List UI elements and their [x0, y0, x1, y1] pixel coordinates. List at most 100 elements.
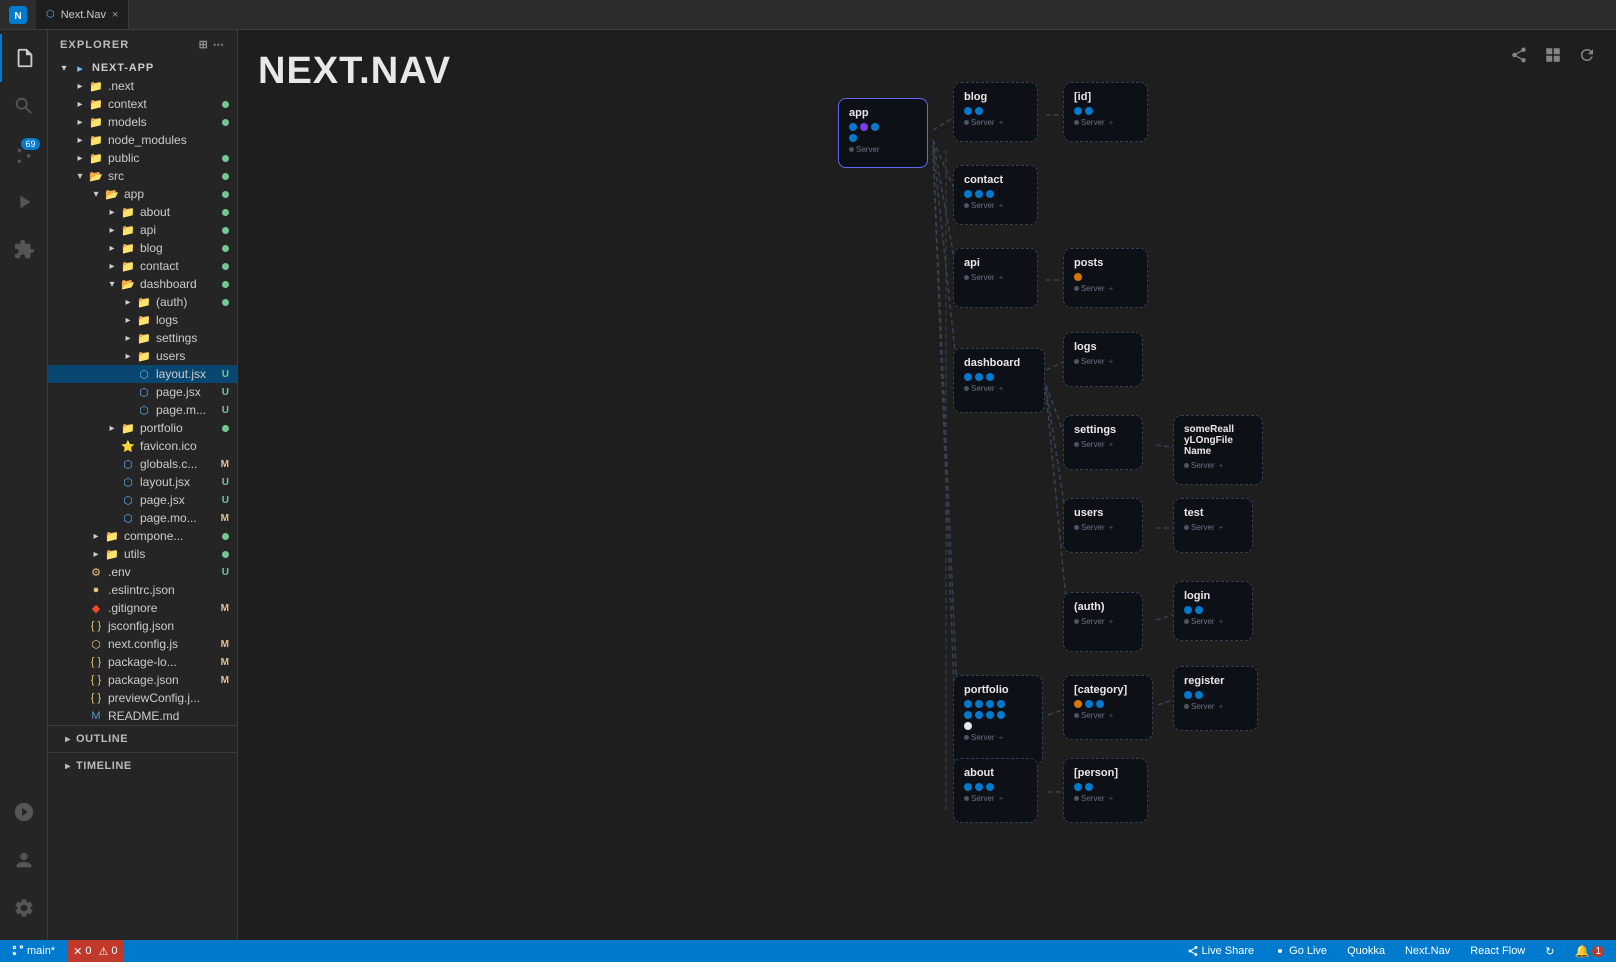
tree-item-public[interactable]: ▸ 📁 public	[48, 149, 237, 167]
activity-settings[interactable]	[0, 884, 48, 932]
tab-close-button[interactable]: ×	[112, 9, 118, 21]
tree-item-node-modules[interactable]: ▸ 📁 node_modules	[48, 131, 237, 149]
tree-item-page-module[interactable]: ⬡ page.m... U	[48, 401, 237, 419]
node-auth[interactable]: (auth) Server +	[1063, 592, 1143, 652]
tree-item-about[interactable]: ▸ 📁 about	[48, 203, 237, 221]
share-icon[interactable]	[1510, 46, 1528, 69]
tree-item-users[interactable]: ▸ 📁 users	[48, 347, 237, 365]
tree-item-packagelock[interactable]: { } package-lo... M	[48, 653, 237, 671]
tree-item-src-layout[interactable]: ⬡ layout.jsx U	[48, 473, 237, 491]
tree-item-next[interactable]: ▸ 📁 .next	[48, 77, 237, 95]
activity-search[interactable]	[0, 82, 48, 130]
tree-item-blog[interactable]: ▸ 📁 blog	[48, 239, 237, 257]
timeline-header[interactable]: ▸ TIMELINE	[48, 757, 237, 775]
chevron-down-icon: ▾	[104, 279, 120, 290]
folder-icon: 📁	[136, 312, 152, 328]
more-options-icon[interactable]: ⋯	[213, 38, 225, 51]
tree-item-src[interactable]: ▾ 📂 src	[48, 167, 237, 185]
node-long-filename[interactable]: someReallyLOngFileName Server +	[1173, 415, 1263, 485]
node-portfolio[interactable]: portfolio Server +	[953, 675, 1043, 765]
tree-item-jsconfig[interactable]: { } jsconfig.json	[48, 617, 237, 635]
node-test[interactable]: test Server +	[1173, 498, 1253, 553]
node-settings-title: settings	[1074, 424, 1132, 436]
status-notifications[interactable]: 🔔 1	[1570, 944, 1608, 958]
folder-icon: 📁	[88, 78, 104, 94]
refresh-icon[interactable]	[1578, 46, 1596, 69]
node-settings[interactable]: settings Server +	[1063, 415, 1143, 470]
node-logs[interactable]: logs Server +	[1063, 332, 1143, 387]
node-login[interactable]: login Server +	[1173, 581, 1253, 641]
status-quokka[interactable]: Quokka	[1343, 945, 1389, 957]
tree-item-api[interactable]: ▸ 📁 api	[48, 221, 237, 239]
folder-icon: 📁	[88, 114, 104, 130]
activity-source-control[interactable]: 69	[0, 130, 48, 178]
tree-item-models[interactable]: ▸ 📁 models	[48, 113, 237, 131]
tree-item-eslint[interactable]: ● .eslintrc.json	[48, 581, 237, 599]
status-errors[interactable]: ✕ 0 ⚠ 0	[67, 940, 123, 962]
node-logs-label: Server +	[1074, 357, 1132, 366]
node-person[interactable]: [person] Server +	[1063, 758, 1148, 823]
new-file-icon[interactable]: ⊞	[199, 38, 209, 51]
node-category[interactable]: [category] Server +	[1063, 675, 1153, 740]
status-go-live[interactable]: Go Live	[1270, 945, 1331, 957]
status-branch[interactable]: main*	[8, 945, 59, 957]
top-bar: N ⬡ Next.Nav ×	[0, 0, 1616, 30]
tree-item-components[interactable]: ▸ 📁 compone...	[48, 527, 237, 545]
tree-item-contact[interactable]: ▸ 📁 contact	[48, 257, 237, 275]
node-contact[interactable]: contact Server +	[953, 165, 1038, 225]
tree-root[interactable]: ▾ ▸ NEXT-APP	[48, 59, 237, 77]
file-json-icon: { }	[88, 618, 104, 634]
tree-item-readme[interactable]: M README.md	[48, 707, 237, 725]
status-react-flow[interactable]: React Flow	[1466, 945, 1529, 957]
live-share-label: Live Share	[1202, 945, 1255, 957]
tree-item-src-page-module[interactable]: ⬡ page.mo... M	[48, 509, 237, 527]
node-category-title: [category]	[1074, 684, 1142, 696]
tree-item-portfolio[interactable]: ▸ 📁 portfolio	[48, 419, 237, 437]
tab-nextnav[interactable]: ⬡ Next.Nav ×	[36, 0, 129, 29]
tree-item-src-page[interactable]: ⬡ page.jsx U	[48, 491, 237, 509]
status-live-share[interactable]: Live Share	[1183, 945, 1259, 957]
activity-explorer[interactable]	[0, 34, 48, 82]
activity-account[interactable]	[0, 836, 48, 884]
tree-item-env[interactable]: ⚙ .env U	[48, 563, 237, 581]
activity-extensions[interactable]	[0, 226, 48, 274]
tree-item-globals[interactable]: ⬡ globals.c... M	[48, 455, 237, 473]
tree-item-settings[interactable]: ▸ 📁 settings	[48, 329, 237, 347]
node-app[interactable]: app Server	[838, 98, 928, 168]
tree-item-page-jsx[interactable]: ⬡ page.jsx U	[48, 383, 237, 401]
tree-item-layout-jsx[interactable]: ⬡ layout.jsx U	[48, 365, 237, 383]
dot-blue	[1195, 606, 1203, 614]
tree-item-previewconfig[interactable]: { } previewConfig.j...	[48, 689, 237, 707]
tree-item-context[interactable]: ▸ 📁 context	[48, 95, 237, 113]
tree-item-gitignore[interactable]: ◆ .gitignore M	[48, 599, 237, 617]
node-id[interactable]: [id] Server +	[1063, 82, 1148, 142]
node-register[interactable]: register Server +	[1173, 666, 1258, 731]
activity-remote[interactable]	[0, 788, 48, 836]
tree-item-nextconfig[interactable]: ⬡ next.config.js M	[48, 635, 237, 653]
node-dashboard[interactable]: dashboard Server +	[953, 348, 1045, 413]
node-blog[interactable]: blog Server +	[953, 82, 1038, 142]
tree-item-utils[interactable]: ▸ 📁 utils	[48, 545, 237, 563]
dot-blue	[1195, 691, 1203, 699]
outline-header[interactable]: ▸ OUTLINE	[48, 730, 237, 748]
activity-run-debug[interactable]	[0, 178, 48, 226]
chevron-down-icon: ▾	[56, 63, 72, 74]
tree-label-nextconfig: next.config.js	[108, 637, 217, 651]
node-users[interactable]: users Server +	[1063, 498, 1143, 553]
status-next-nav[interactable]: Next.Nav	[1401, 945, 1454, 957]
node-posts[interactable]: posts Server +	[1063, 248, 1148, 308]
tree-item-app[interactable]: ▾ 📂 app	[48, 185, 237, 203]
sidebar-timeline-section: ▸ TIMELINE	[48, 752, 237, 779]
tree-item-auth[interactable]: ▸ 📁 (auth)	[48, 293, 237, 311]
tree-item-favicon[interactable]: ⭐ favicon.ico	[48, 437, 237, 455]
folder-icon: 📁	[88, 132, 104, 148]
tree-item-logs[interactable]: ▸ 📁 logs	[48, 311, 237, 329]
status-sync[interactable]: ↻	[1541, 945, 1558, 958]
node-api[interactable]: api Server +	[953, 248, 1038, 308]
node-about[interactable]: about Server +	[953, 758, 1038, 823]
layout-icon[interactable]	[1544, 46, 1562, 69]
tree-item-dashboard[interactable]: ▾ 📂 dashboard	[48, 275, 237, 293]
modified-indicator	[222, 155, 229, 162]
tree-item-packagejson[interactable]: { } package.json M	[48, 671, 237, 689]
tree-label-src-page-module: page.mo...	[140, 511, 217, 525]
